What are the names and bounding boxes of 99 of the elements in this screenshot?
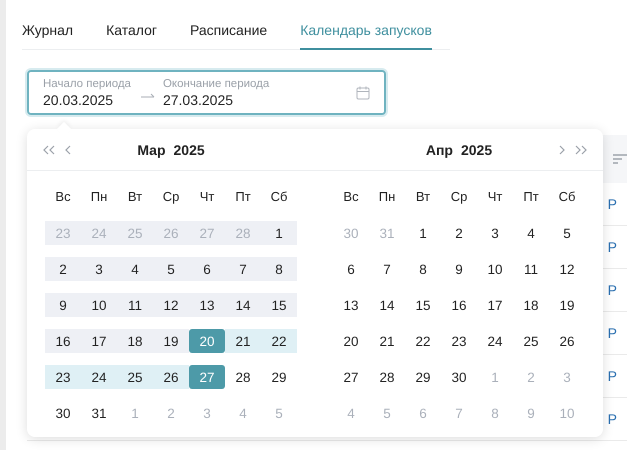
calendar-day[interactable]: 28 bbox=[225, 365, 261, 389]
calendar-day[interactable]: 26 bbox=[153, 365, 189, 389]
weekday-label: Вт bbox=[414, 188, 432, 204]
filter-icon[interactable] bbox=[613, 154, 627, 164]
weekday-label: Пн bbox=[90, 188, 108, 204]
previous-year-button[interactable] bbox=[41, 144, 57, 156]
calendar-day[interactable]: 18 bbox=[513, 293, 549, 317]
calendar-day[interactable]: 6 bbox=[189, 257, 225, 281]
calendar-day[interactable]: 13 bbox=[333, 293, 369, 317]
next-month-button[interactable] bbox=[557, 144, 567, 156]
calendar-day[interactable]: 12 bbox=[153, 293, 189, 317]
arrow-icon bbox=[140, 92, 155, 100]
calendar-icon bbox=[356, 86, 370, 100]
weekday-label: Ср bbox=[162, 188, 180, 204]
calendar-day[interactable]: 6 bbox=[333, 257, 369, 281]
field-value: 27.03.2025 bbox=[162, 90, 234, 108]
calendar-day[interactable]: 29 bbox=[405, 365, 441, 389]
tab[interactable]: Журнал bbox=[22, 20, 74, 50]
calendar-day[interactable]: 13 bbox=[189, 293, 225, 317]
table-cell: P bbox=[608, 411, 617, 427]
table-cell: P bbox=[608, 282, 617, 298]
weekday-label: Сб bbox=[558, 188, 576, 204]
calendar-day[interactable]: 2 bbox=[441, 221, 477, 245]
weekday-label: Сб bbox=[270, 188, 288, 204]
field-label: Начало периода bbox=[43, 76, 131, 90]
weekday-label: Вс bbox=[54, 188, 72, 204]
calendar-day[interactable]: 19 bbox=[153, 329, 189, 353]
calendar-day[interactable]: 17 bbox=[477, 293, 513, 317]
calendar-day[interactable]: 25 bbox=[117, 365, 153, 389]
calendar-day[interactable]: 16 bbox=[441, 293, 477, 317]
calendar-day[interactable]: 5 bbox=[153, 257, 189, 281]
calendar-day[interactable]: 8 bbox=[261, 257, 297, 281]
previous-month-button[interactable] bbox=[63, 144, 73, 156]
weekday-label: Чт bbox=[486, 188, 504, 204]
weekday-label: Пт bbox=[234, 188, 252, 204]
weekday-label: Пт bbox=[522, 188, 540, 204]
weekday-label: Пн bbox=[378, 188, 396, 204]
table-cell: P bbox=[608, 239, 617, 255]
calendar-day[interactable]: 25 bbox=[513, 329, 549, 353]
calendar-day[interactable]: 3 bbox=[477, 221, 513, 245]
field-label: Окончание периода bbox=[162, 76, 270, 90]
calendar-day[interactable]: 5 bbox=[549, 221, 585, 245]
table-cell: P bbox=[608, 368, 617, 384]
calendar-day[interactable]: 7 bbox=[369, 257, 405, 281]
field-value: 20.03.2025 bbox=[43, 90, 114, 108]
calendar-day[interactable]: 23 bbox=[441, 329, 477, 353]
calendar-day[interactable]: 8 bbox=[405, 257, 441, 281]
calendar-day[interactable]: 14 bbox=[225, 293, 261, 317]
tab[interactable]: Календарь запусков bbox=[300, 20, 432, 50]
calendar-day[interactable]: 22 bbox=[261, 329, 297, 353]
calendar-day[interactable]: 20 bbox=[333, 329, 369, 353]
calendar-day[interactable]: 30 bbox=[45, 401, 81, 425]
month-title[interactable]: Мар bbox=[137, 142, 166, 158]
calendar-day[interactable]: 31 bbox=[81, 401, 117, 425]
calendar-day[interactable]: 4 bbox=[117, 257, 153, 281]
year-title[interactable]: 2025 bbox=[460, 142, 492, 158]
calendar-day[interactable]: 15 bbox=[405, 293, 441, 317]
weekday-label: Вт bbox=[126, 188, 144, 204]
calendar-day[interactable]: 3 bbox=[81, 257, 117, 281]
tab[interactable]: Каталог bbox=[106, 20, 157, 50]
calendar-day[interactable]: 23 bbox=[45, 365, 81, 389]
weekday-label: Ср bbox=[450, 188, 468, 204]
weekday-label: Чт bbox=[198, 188, 216, 204]
calendar-day[interactable]: 9 bbox=[45, 293, 81, 317]
calendar-day[interactable]: 29 bbox=[261, 365, 297, 389]
calendar-day[interactable]: 16 bbox=[45, 329, 81, 353]
calendar-day[interactable]: 1 bbox=[261, 221, 297, 245]
calendar-day[interactable]: 12 bbox=[549, 257, 585, 281]
year-title[interactable]: 2025 bbox=[174, 142, 205, 158]
calendar-day[interactable]: 11 bbox=[513, 257, 549, 281]
calendar-day[interactable]: 22 bbox=[405, 329, 441, 353]
calendar-day[interactable]: 24 bbox=[81, 365, 117, 389]
calendar-day[interactable]: 15 bbox=[261, 293, 297, 317]
calendar-day[interactable]: 10 bbox=[477, 257, 513, 281]
calendar-day[interactable]: 2 bbox=[45, 257, 81, 281]
calendar-day[interactable]: 18 bbox=[117, 329, 153, 353]
calendar-day[interactable]: 17 bbox=[81, 329, 117, 353]
calendar-day[interactable]: 9 bbox=[441, 257, 477, 281]
table-cell: P bbox=[608, 325, 617, 341]
next-year-button[interactable] bbox=[573, 144, 589, 156]
calendar-day[interactable]: 21 bbox=[369, 329, 405, 353]
calendar-day[interactable]: 21 bbox=[225, 329, 261, 353]
date-range-field[interactable]: Начало периода 20.03.2025 Окончание периода 27.03.2025 bbox=[27, 70, 386, 115]
calendar-day[interactable]: 1 bbox=[405, 221, 441, 245]
calendar-day[interactable]: 27 bbox=[333, 365, 369, 389]
weekday-label: Вс bbox=[342, 188, 360, 204]
calendar-day[interactable]: 7 bbox=[225, 257, 261, 281]
calendar-day[interactable]: 28 bbox=[369, 365, 405, 389]
calendar-day[interactable]: 4 bbox=[513, 221, 549, 245]
calendar-day[interactable]: 19 bbox=[549, 293, 585, 317]
calendar-day[interactable]: 30 bbox=[441, 365, 477, 389]
tab[interactable]: Расписание bbox=[190, 20, 268, 50]
month-title[interactable]: Апр bbox=[426, 142, 453, 158]
calendar-day[interactable]: 26 bbox=[549, 329, 585, 353]
calendar-day[interactable]: 11 bbox=[117, 293, 153, 317]
calendar-day[interactable]: 10 bbox=[81, 293, 117, 317]
table-cell: P bbox=[608, 196, 617, 212]
calendar-day[interactable]: 24 bbox=[477, 329, 513, 353]
calendar-day[interactable]: 14 bbox=[369, 293, 405, 317]
